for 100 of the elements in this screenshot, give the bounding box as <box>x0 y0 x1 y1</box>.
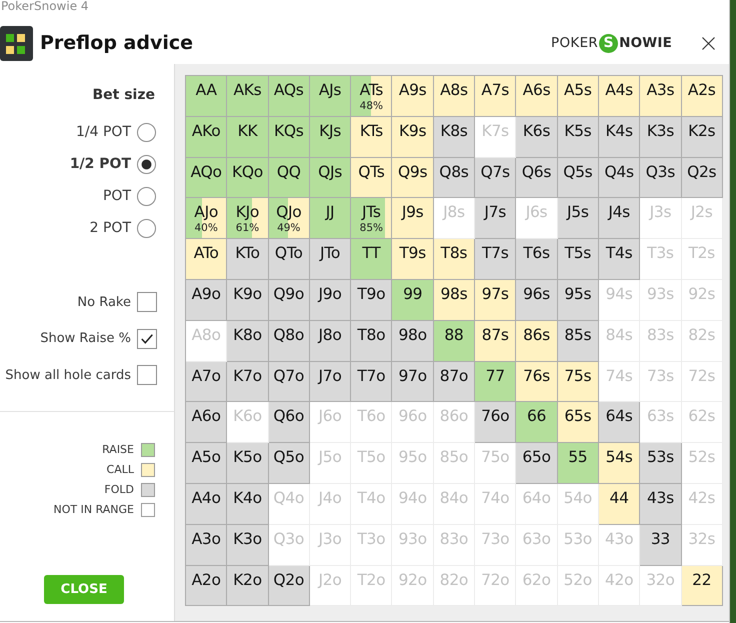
close-icon[interactable] <box>702 36 715 50</box>
hand-label: T3s <box>647 244 674 262</box>
hand-label: T7s <box>482 244 508 262</box>
hand-label: 72s <box>688 366 716 385</box>
hand-label: T2s <box>688 244 715 262</box>
legend-label: FOLD <box>104 483 134 496</box>
hand-label: K6o <box>233 407 262 426</box>
hand-label: 32s <box>688 530 716 548</box>
hand-label: QJo <box>276 203 302 222</box>
legend-label: CALL <box>106 463 134 476</box>
hand-label: J3s <box>650 203 672 222</box>
hand-label: J2o <box>318 570 342 589</box>
hand-label: T6s <box>523 244 550 262</box>
hand-label: 83s <box>646 326 674 344</box>
hand-label: QQ <box>276 162 301 181</box>
hand-label: K7s <box>482 122 509 140</box>
hand-label: A6o <box>192 407 221 426</box>
hand-label: Q2s <box>687 162 716 181</box>
hand-label: J6s <box>526 203 548 222</box>
radio-button[interactable] <box>137 122 156 142</box>
bet-size-heading: Bet size <box>92 87 155 104</box>
hand-label: AQs <box>274 81 304 99</box>
checkbox-label[interactable]: Show Raise % <box>40 331 131 346</box>
hand-label: Q6o <box>273 407 304 426</box>
dialog-title: Preflop advice <box>40 32 194 54</box>
radio-label[interactable]: POT <box>102 188 131 204</box>
hand-label: T4s <box>606 244 632 262</box>
hand-label: 84s <box>606 326 633 344</box>
hand-label: 63o <box>522 530 551 548</box>
hand-label: 54s <box>606 448 633 466</box>
hand-label: A2s <box>688 81 716 99</box>
hand-label: J4o <box>318 488 342 507</box>
hand-label: ATs <box>360 81 384 99</box>
hand-label: 43s <box>646 488 674 507</box>
hand-label: J3o <box>318 530 342 548</box>
hand-label: T8o <box>357 326 386 344</box>
hand-label: 82s <box>688 326 716 344</box>
hand-label: AKo <box>192 122 220 140</box>
hand-label: 55 <box>568 448 588 466</box>
hand-label: J7s <box>484 203 506 222</box>
hand-label: T4o <box>357 488 386 507</box>
hand-label: J8s <box>443 203 465 222</box>
checkbox-label[interactable]: No Rake <box>77 294 131 310</box>
hand-label: Q4s <box>604 162 634 181</box>
hand-label: JTo <box>320 244 340 262</box>
hand-label: 87o <box>440 366 468 385</box>
hand-label: ATo <box>194 244 219 262</box>
hand-label: Q3s <box>646 162 676 181</box>
hand-label: 44 <box>610 488 629 507</box>
hand-label: 42o <box>604 570 634 589</box>
hand-label: J7o <box>318 366 342 385</box>
hand-label: J2s <box>690 203 713 222</box>
hand-label: 92s <box>688 284 716 303</box>
hand-label: A8o <box>192 326 221 344</box>
hand-label: 74s <box>606 366 633 385</box>
window-title: PokerSnowie 4 <box>1 0 89 13</box>
hand-label: 97o <box>398 366 427 385</box>
hand-label: KTo <box>235 244 260 262</box>
hand-label: 93s <box>646 284 674 303</box>
radio-label[interactable]: 1/4 POT <box>76 124 131 140</box>
legend-label: RAISE <box>102 443 134 456</box>
hand-label: A7s <box>481 81 510 99</box>
hand-label: K8o <box>233 326 262 344</box>
hand-label: A4s <box>605 81 633 99</box>
hand-label: 85o <box>440 448 468 466</box>
hand-label: 97s <box>482 284 509 303</box>
checkbox[interactable] <box>137 328 157 349</box>
radio-label[interactable]: 1/2 POT <box>70 156 131 172</box>
checkbox-label[interactable]: Show all hole cards <box>5 368 131 383</box>
radio-label[interactable]: 2 POT <box>90 220 131 236</box>
hand-label: Q7o <box>273 366 304 385</box>
radio-button[interactable] <box>137 186 156 206</box>
checkbox[interactable] <box>137 292 157 312</box>
hand-label: 85s <box>564 326 592 344</box>
hand-label: J9s <box>402 203 424 222</box>
radio-button[interactable] <box>137 218 156 238</box>
hand-label: K4o <box>233 488 262 507</box>
hand-label: 86s <box>523 326 550 344</box>
hand-label: K8s <box>440 122 468 140</box>
checkbox[interactable] <box>137 365 157 386</box>
hand-label: T2o <box>357 570 386 589</box>
raise-percent: 40% <box>194 222 218 234</box>
hand-label: 52o <box>564 570 592 589</box>
raise-percent: 48% <box>360 100 383 112</box>
radio-button[interactable] <box>137 154 156 174</box>
hand-label: K4s <box>606 122 633 140</box>
hand-label: 75s <box>564 366 592 385</box>
hand-label: Q2o <box>273 570 304 589</box>
hand-label: K9o <box>233 284 262 303</box>
hand-label: J9o <box>318 284 342 303</box>
hand-label: K5s <box>564 122 592 140</box>
hand-label: A8s <box>440 81 468 99</box>
hand-label: A9s <box>398 81 426 99</box>
raise-percent: 61% <box>236 222 260 234</box>
hand-label: 96s <box>523 284 550 303</box>
hand-label: 53s <box>646 448 674 466</box>
hand-label: Q5o <box>273 448 304 466</box>
hand-label: 33 <box>650 530 670 548</box>
hand-label: KTs <box>360 122 383 140</box>
hand-label: 74o <box>481 488 510 507</box>
